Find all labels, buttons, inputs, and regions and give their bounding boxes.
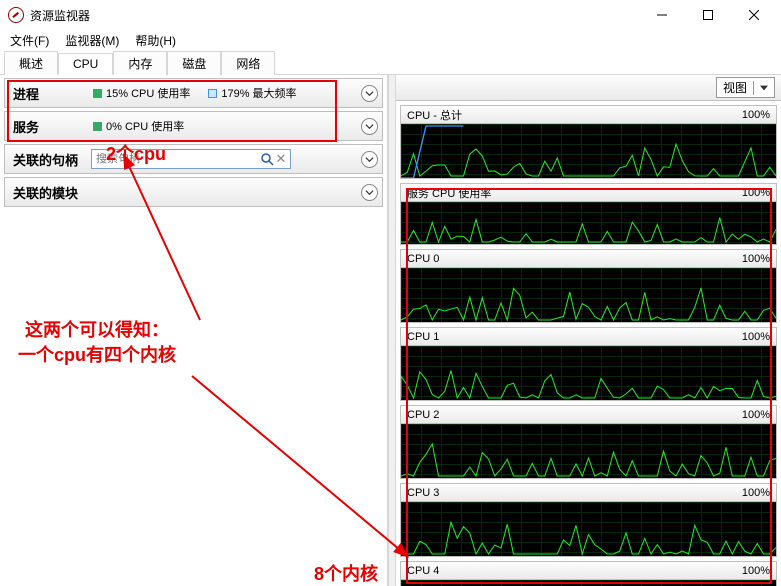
modules-title: 关联的模块 bbox=[13, 183, 83, 202]
close-button[interactable] bbox=[731, 0, 777, 30]
chevron-down-icon bbox=[365, 122, 374, 131]
right-pane: 视图 CPU - 总计100%服务 CPU 使用率100%CPU 0100%CP… bbox=[396, 75, 781, 586]
graph-label: 服务 CPU 使用率 bbox=[407, 185, 491, 201]
cpu-graphs-container: CPU - 总计100%服务 CPU 使用率100%CPU 0100%CPU 1… bbox=[396, 105, 781, 586]
graph-percent: 100% bbox=[742, 187, 770, 199]
left-pane: 进程 15% CPU 使用率 179% 最大频率 服务 0% CPU 使用率 关… bbox=[0, 75, 388, 586]
vertical-splitter[interactable] bbox=[388, 75, 396, 586]
right-toolbar: 视图 bbox=[396, 75, 781, 101]
graph-header: 服务 CPU 使用率 100% bbox=[401, 184, 776, 202]
search-handles-box: ✕ bbox=[91, 149, 291, 169]
graph-body bbox=[401, 580, 776, 586]
tab-disk[interactable]: 磁盘 bbox=[167, 51, 221, 75]
graph-percent: 100% bbox=[742, 331, 770, 343]
tab-network[interactable]: 网络 bbox=[221, 51, 275, 75]
graph-percent: 100% bbox=[742, 253, 770, 265]
cpu-graph-block: CPU 2 100% bbox=[400, 405, 777, 479]
view-dropdown[interactable]: 视图 bbox=[716, 77, 775, 98]
cpu-usage-stat: 15% CPU 使用率 bbox=[106, 85, 190, 101]
expand-handles[interactable] bbox=[361, 151, 378, 168]
expand-modules[interactable] bbox=[361, 184, 378, 201]
search-handles-input[interactable] bbox=[94, 153, 260, 165]
app-icon bbox=[8, 7, 24, 23]
graph-percent: 100% bbox=[742, 109, 770, 121]
graph-percent: 100% bbox=[742, 565, 770, 577]
processes-stats: 15% CPU 使用率 179% 最大频率 bbox=[93, 85, 297, 101]
chevron-down-icon bbox=[365, 155, 374, 164]
green-square-icon bbox=[93, 89, 102, 98]
max-freq-stat: 179% 最大频率 bbox=[221, 85, 296, 101]
graph-label: CPU - 总计 bbox=[407, 107, 462, 123]
graph-body bbox=[401, 124, 776, 178]
expand-services[interactable] bbox=[361, 118, 378, 135]
graph-label: CPU 1 bbox=[407, 331, 439, 343]
graph-header: CPU 4 100% bbox=[401, 562, 776, 580]
menubar: 文件(F) 监视器(M) 帮助(H) bbox=[0, 30, 781, 51]
graph-label: CPU 0 bbox=[407, 253, 439, 265]
minimize-button[interactable] bbox=[639, 0, 685, 30]
view-label: 视图 bbox=[723, 79, 747, 96]
blue-square-icon bbox=[208, 89, 217, 98]
minimize-icon bbox=[657, 10, 667, 20]
cpu-graph-block: CPU 3 100% bbox=[400, 483, 777, 557]
cpu-graph-block: 服务 CPU 使用率 100% bbox=[400, 183, 777, 245]
handles-title: 关联的句柄 bbox=[13, 150, 83, 169]
graph-header: CPU 3 100% bbox=[401, 484, 776, 502]
services-title: 服务 bbox=[13, 117, 83, 136]
separator bbox=[753, 81, 754, 95]
graph-body bbox=[401, 346, 776, 400]
chevron-down-icon bbox=[760, 84, 768, 92]
services-stats: 0% CPU 使用率 bbox=[93, 118, 184, 134]
menu-monitor[interactable]: 监视器(M) bbox=[57, 30, 127, 51]
graph-label: CPU 4 bbox=[407, 565, 439, 577]
cpu-graph-block: CPU 0 100% bbox=[400, 249, 777, 323]
chevron-down-icon bbox=[365, 89, 374, 98]
window-buttons bbox=[639, 0, 777, 30]
graph-header: CPU 2 100% bbox=[401, 406, 776, 424]
section-processes[interactable]: 进程 15% CPU 使用率 179% 最大频率 bbox=[4, 78, 383, 108]
cpu-graph-block: CPU - 总计 100% bbox=[400, 105, 777, 179]
processes-title: 进程 bbox=[13, 84, 83, 103]
chevron-down-icon bbox=[365, 188, 374, 197]
section-handles[interactable]: 关联的句柄 ✕ bbox=[4, 144, 383, 174]
graph-body bbox=[401, 268, 776, 322]
tab-memory[interactable]: 内存 bbox=[113, 51, 167, 75]
graph-header: CPU 1 100% bbox=[401, 328, 776, 346]
cpu-graph-block: CPU 1 100% bbox=[400, 327, 777, 401]
services-cpu-stat: 0% CPU 使用率 bbox=[106, 118, 184, 134]
menu-file[interactable]: 文件(F) bbox=[2, 30, 57, 51]
graph-label: CPU 2 bbox=[407, 409, 439, 421]
titlebar: 资源监视器 bbox=[0, 0, 781, 30]
main-tabs: 概述 CPU 内存 磁盘 网络 bbox=[0, 51, 781, 75]
graph-percent: 100% bbox=[742, 409, 770, 421]
graph-percent: 100% bbox=[742, 487, 770, 499]
graph-body bbox=[401, 502, 776, 556]
graph-header: CPU 0 100% bbox=[401, 250, 776, 268]
graph-label: CPU 3 bbox=[407, 487, 439, 499]
section-services[interactable]: 服务 0% CPU 使用率 bbox=[4, 111, 383, 141]
cpu-graph-block: CPU 4 100% bbox=[400, 561, 777, 586]
graph-body bbox=[401, 424, 776, 478]
graph-header: CPU - 总计 100% bbox=[401, 106, 776, 124]
maximize-icon bbox=[703, 10, 713, 20]
graph-body bbox=[401, 202, 776, 244]
tab-cpu[interactable]: CPU bbox=[58, 53, 113, 75]
green-square-icon bbox=[93, 122, 102, 131]
close-icon bbox=[749, 10, 759, 20]
maximize-button[interactable] bbox=[685, 0, 731, 30]
content: 进程 15% CPU 使用率 179% 最大频率 服务 0% CPU 使用率 关… bbox=[0, 75, 781, 586]
clear-search-icon[interactable]: ✕ bbox=[274, 151, 288, 167]
tab-overview[interactable]: 概述 bbox=[4, 51, 58, 75]
menu-help[interactable]: 帮助(H) bbox=[127, 30, 184, 51]
window-title: 资源监视器 bbox=[30, 7, 639, 24]
expand-processes[interactable] bbox=[361, 85, 378, 102]
section-modules[interactable]: 关联的模块 bbox=[4, 177, 383, 207]
search-icon[interactable] bbox=[260, 152, 274, 166]
